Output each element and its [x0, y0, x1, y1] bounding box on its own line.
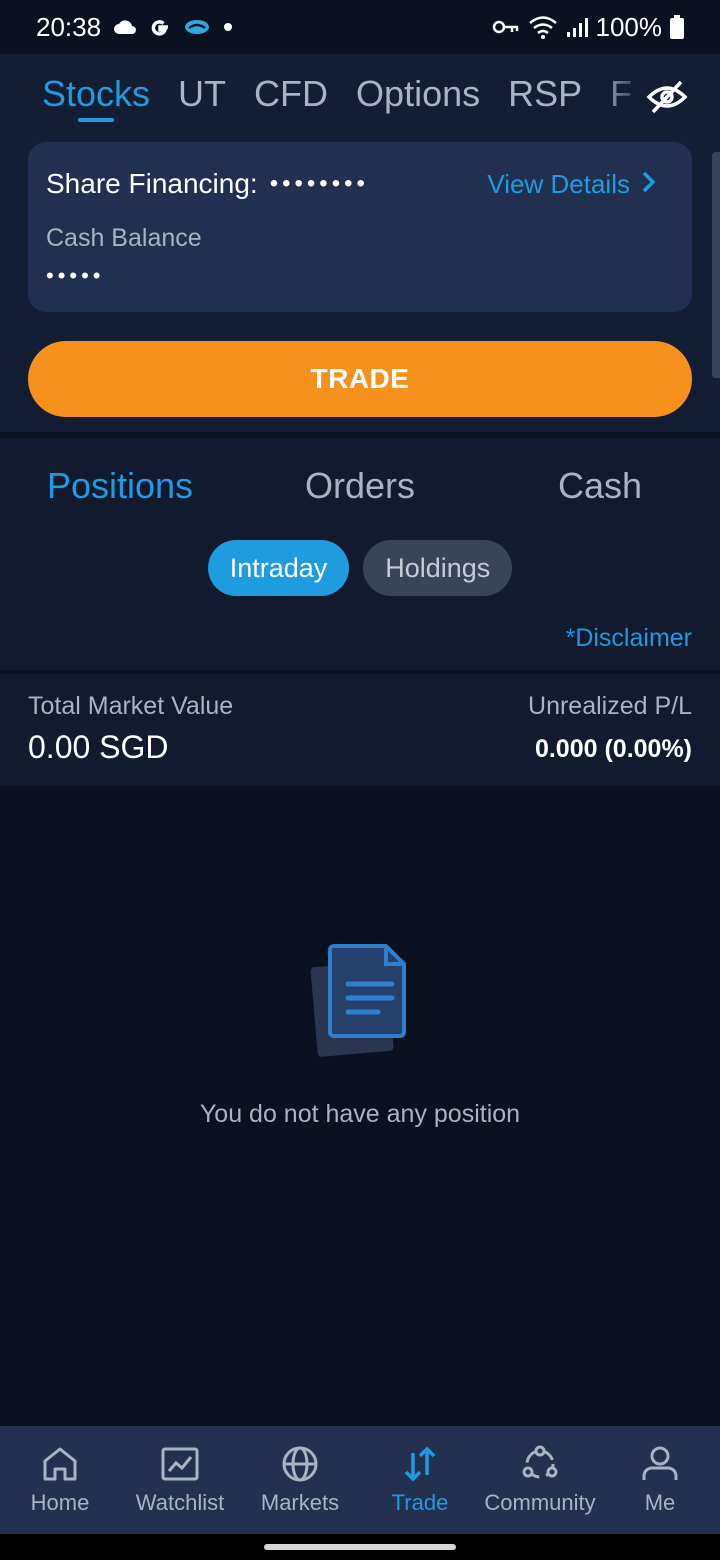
signal-icon — [566, 16, 588, 38]
empty-state-message: You do not have any position — [199, 1100, 521, 1128]
tab-cash[interactable]: Cash — [480, 465, 720, 507]
chart-icon — [160, 1444, 200, 1484]
google-icon — [149, 16, 171, 38]
disclaimer-link[interactable]: *Disclaimer — [566, 624, 692, 653]
holdings-pill[interactable]: Holdings — [363, 540, 513, 596]
share-financing-value: •••••••• — [269, 170, 369, 197]
positions-section: Positions Orders Cash Intraday Holdings … — [0, 438, 720, 670]
cloud-icon — [113, 19, 137, 35]
nav-home[interactable]: Home — [0, 1426, 120, 1534]
home-icon — [40, 1444, 80, 1484]
nav-markets-label: Markets — [260, 1490, 340, 1515]
tab-options[interactable]: Options — [356, 54, 480, 140]
nav-trade[interactable]: Trade — [360, 1426, 480, 1534]
nav-watchlist-label: Watchlist — [135, 1490, 225, 1515]
unrealized-pl-value: 0.000 (0.00%) — [534, 735, 692, 763]
trade-button[interactable]: TRADE — [28, 341, 692, 417]
eye-off-icon[interactable] — [644, 74, 690, 120]
community-icon — [520, 1444, 560, 1484]
scroll-indicator — [712, 152, 720, 378]
battery-percent: 100% — [595, 11, 663, 42]
vpn-key-icon — [492, 19, 520, 35]
total-market-value-label: Total Market Value — [28, 692, 234, 720]
view-details-label: View Details — [487, 168, 630, 199]
bottom-nav: Home Watchlist Markets Trade Community M… — [0, 1426, 720, 1534]
tab-stocks[interactable]: Stocks — [42, 54, 150, 140]
globe-icon — [280, 1444, 320, 1484]
nav-home-label: Home — [30, 1490, 90, 1515]
nav-markets[interactable]: Markets — [240, 1426, 360, 1534]
nav-me-label: Me — [644, 1490, 676, 1515]
wifi-icon — [528, 15, 558, 39]
battery-icon — [670, 15, 684, 39]
tab-cfd[interactable]: CFD — [254, 54, 328, 140]
dot-icon — [223, 22, 233, 32]
cash-balance-label: Cash Balance — [46, 224, 202, 252]
unrealized-pl-label: Unrealized P/L — [528, 692, 692, 720]
document-icon — [310, 940, 410, 1060]
nav-trade-label: Trade — [391, 1490, 449, 1515]
chevron-right-icon — [642, 169, 656, 200]
status-time: 20:38 — [36, 11, 102, 42]
user-icon — [640, 1444, 680, 1484]
intraday-pill[interactable]: Intraday — [207, 540, 350, 596]
tab-orders[interactable]: Orders — [240, 465, 480, 507]
cash-balance-value: ••••• — [46, 263, 105, 288]
filter-pills: Intraday Holdings — [0, 540, 720, 596]
view-details-link[interactable]: View Details — [487, 169, 674, 200]
total-market-value: 0.00 SGD — [28, 729, 169, 765]
account-header: Stocks UT CFD Options RSP F Share Financ… — [0, 54, 720, 432]
nav-community-label: Community — [484, 1490, 596, 1515]
section-tabs: Positions Orders Cash — [0, 438, 720, 534]
gesture-bar — [0, 1534, 720, 1560]
nav-me[interactable]: Me — [600, 1426, 720, 1534]
tab-rsp[interactable]: RSP — [508, 54, 582, 140]
trade-arrows-icon — [400, 1444, 440, 1484]
nav-watchlist[interactable]: Watchlist — [120, 1426, 240, 1534]
nav-community[interactable]: Community — [480, 1426, 600, 1534]
status-bar: 20:38 100% — [0, 0, 720, 54]
app-icon — [183, 18, 211, 36]
account-card: Share Financing: •••••••• View Details C… — [28, 142, 692, 312]
positions-summary: Total Market Value 0.00 SGD Unrealized P… — [0, 674, 720, 786]
tab-positions[interactable]: Positions — [0, 465, 240, 507]
tab-ut[interactable]: UT — [178, 54, 226, 140]
share-financing-label: Share Financing: — [46, 168, 258, 199]
home-gesture-handle[interactable] — [264, 1544, 456, 1550]
